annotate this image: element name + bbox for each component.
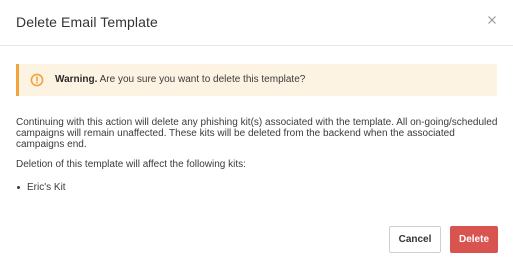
warning-label: Warning.: [55, 74, 98, 85]
warning-circle-icon: [30, 73, 44, 87]
warning-text: Warning. Are you sure you want to delete…: [55, 74, 305, 85]
cancel-button[interactable]: Cancel: [389, 226, 441, 253]
warning-alert: Warning. Are you sure you want to delete…: [16, 64, 497, 96]
dialog-title: Delete Email Template: [16, 14, 158, 30]
bullet-icon: [17, 186, 20, 189]
warning-message: Are you sure you want to delete this tem…: [99, 74, 306, 85]
affected-kits-heading: Deletion of this template will affect th…: [16, 159, 246, 170]
kit-name: Eric's Kit: [27, 182, 66, 193]
close-icon[interactable]: [485, 13, 499, 27]
delete-template-dialog: Delete Email Template Warning. Are you s…: [0, 0, 513, 268]
affected-kits-list: Eric's Kit: [16, 182, 66, 193]
dialog-header: Delete Email Template: [0, 0, 513, 46]
delete-explanation: Continuing with this action will delete …: [16, 117, 498, 150]
delete-button[interactable]: Delete: [450, 226, 498, 253]
list-item: Eric's Kit: [16, 182, 66, 193]
